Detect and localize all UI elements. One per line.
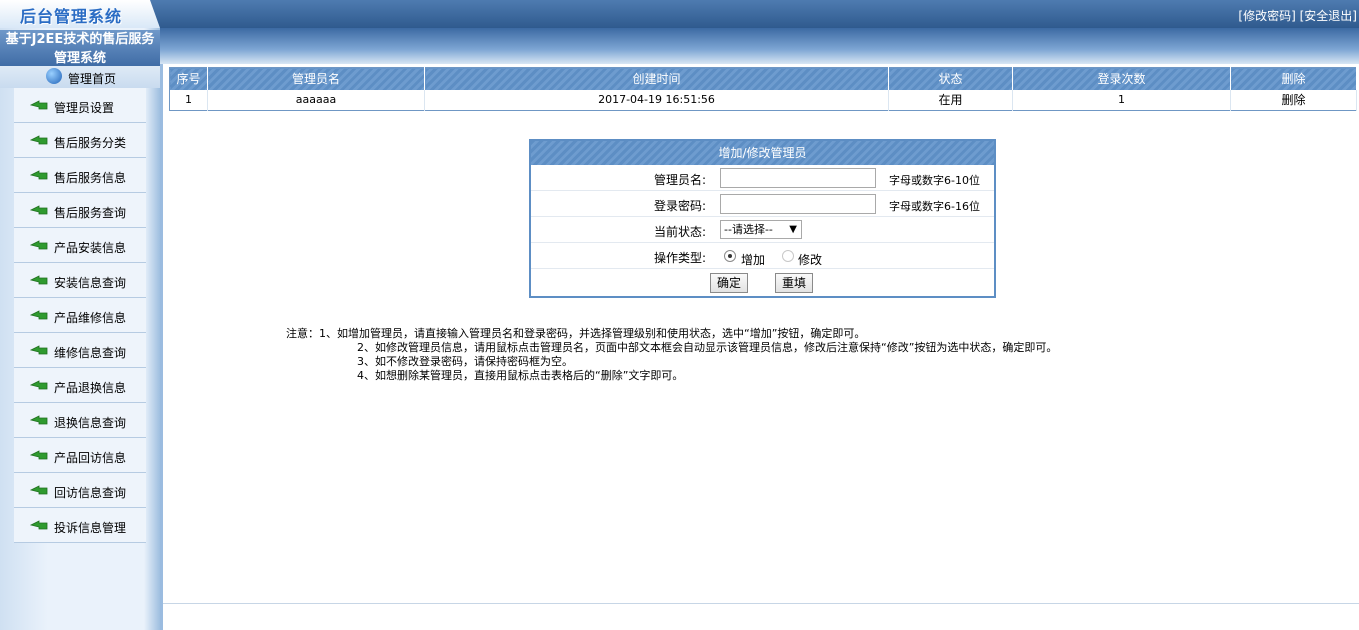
form-title: 增加/修改管理员 xyxy=(531,141,994,165)
sidebar-item-label: 安装信息查询 xyxy=(54,276,127,290)
radio-edit[interactable] xyxy=(782,250,794,262)
arrow-icon xyxy=(30,450,48,460)
main-frame-border xyxy=(160,64,163,630)
cell-login-count: 1 xyxy=(1012,89,1231,111)
sidebar-menu: 管理员设置 售后服务分类 售后服务信息 售后服务查询 产品安装信息 安装信息查询… xyxy=(14,88,146,543)
username-input[interactable] xyxy=(720,168,876,188)
radio-add-label: 增加 xyxy=(741,253,766,267)
submit-button[interactable]: 确定 xyxy=(710,273,749,293)
password-row: 登录密码: 字母或数字6-16位 xyxy=(531,191,994,217)
arrow-icon xyxy=(30,310,48,320)
col-header: 管理员名 xyxy=(207,67,425,90)
radio-edit-label: 修改 xyxy=(798,253,823,267)
arrow-icon xyxy=(30,275,48,285)
sidebar-item-install-info[interactable]: 产品安装信息 xyxy=(14,228,146,263)
arrow-icon xyxy=(30,345,48,355)
arrow-icon xyxy=(30,100,48,110)
buttons-row: 确定 重填 xyxy=(531,269,994,295)
sidebar-item-label: 产品退换信息 xyxy=(54,381,127,395)
arrow-icon xyxy=(30,240,48,250)
sidebar-item-install-query[interactable]: 安装信息查询 xyxy=(14,263,146,298)
sidebar-item-label: 回访信息查询 xyxy=(54,486,127,500)
password-input[interactable] xyxy=(720,194,876,214)
arrow-icon xyxy=(30,205,48,215)
reset-button[interactable]: 重填 xyxy=(775,273,814,293)
admin-form: 增加/修改管理员 管理员名: 字母或数字6-10位 登录密码: 字母或数字6-1… xyxy=(529,139,996,298)
col-header: 序号 xyxy=(169,67,208,90)
top-bar xyxy=(0,0,1359,28)
cell-admin-name-link[interactable]: aaaaaa xyxy=(207,89,425,111)
sidebar-item-label: 售后服务查询 xyxy=(54,206,127,220)
usage-notes: 注意：1、如增加管理员，请直接输入管理员名和登录密码，并选择管理级别和使用状态，… xyxy=(286,327,1057,383)
arrow-icon xyxy=(30,520,48,530)
sidebar-item-repair-info[interactable]: 产品维修信息 xyxy=(14,298,146,333)
table-header-row: 序号 管理员名 创建时间 状态 登录次数 删除 xyxy=(169,67,1357,90)
sidebar-item-label: 投诉信息管理 xyxy=(54,521,127,535)
globe-icon xyxy=(46,68,62,84)
sidebar-item-label: 维修信息查询 xyxy=(54,346,127,360)
sidebar-item-label: 退换信息查询 xyxy=(54,416,127,430)
status-row: 当前状态: --请选择-- ▼ xyxy=(531,217,994,243)
col-header: 登录次数 xyxy=(1012,67,1231,90)
col-header: 状态 xyxy=(888,67,1013,90)
sidebar-item-service-info[interactable]: 售后服务信息 xyxy=(14,158,146,193)
change-password-link[interactable]: [修改密码] xyxy=(1238,9,1295,23)
sidebar-item-label: 售后服务分类 xyxy=(54,136,127,150)
app-logo: 后台管理系统 xyxy=(20,7,123,26)
sidebar-item-repair-query[interactable]: 维修信息查询 xyxy=(14,333,146,368)
sidebar-item-complaint-manage[interactable]: 投诉信息管理 xyxy=(14,508,146,543)
optype-row: 操作类型: 增加 修改 xyxy=(531,243,994,269)
sidebar-item-return-info[interactable]: 产品退换信息 xyxy=(14,368,146,403)
sidebar-item-return-query[interactable]: 退换信息查询 xyxy=(14,403,146,438)
admin-table: 序号 管理员名 创建时间 状态 登录次数 删除 1 aaaaaa 2017-04… xyxy=(169,67,1357,111)
top-links: [修改密码] [安全退出] xyxy=(1238,7,1357,24)
logout-link[interactable]: [安全退出] xyxy=(1300,9,1357,23)
password-label: 登录密码: xyxy=(653,199,706,213)
home-label: 管理首页 xyxy=(68,72,117,86)
sidebar-item-label: 管理员设置 xyxy=(54,101,115,115)
sidebar-item-label: 产品维修信息 xyxy=(54,311,127,325)
col-header: 删除 xyxy=(1230,67,1357,90)
status-select[interactable]: --请选择-- ▼ xyxy=(720,220,802,239)
arrow-icon xyxy=(30,135,48,145)
username-row: 管理员名: 字母或数字6-10位 xyxy=(531,165,994,191)
note-line: 注意：1、如增加管理员，请直接输入管理员名和登录密码，并选择管理级别和使用状态，… xyxy=(286,327,866,340)
bottom-divider xyxy=(163,603,1359,605)
sidebar-item-visit-query[interactable]: 回访信息查询 xyxy=(14,473,146,508)
home-nav-item[interactable]: 管理首页 xyxy=(0,66,160,88)
sidebar-item-service-query[interactable]: 售后服务查询 xyxy=(14,193,146,228)
cell-delete-link[interactable]: 删除 xyxy=(1230,89,1357,111)
sidebar-item-label: 售后服务信息 xyxy=(54,171,127,185)
dropdown-caret-icon: ▼ xyxy=(789,224,797,235)
sidebar-item-service-category[interactable]: 售后服务分类 xyxy=(14,123,146,158)
username-hint: 字母或数字6-10位 xyxy=(889,174,980,187)
arrow-icon xyxy=(30,415,48,425)
system-title: 基于J2EE技术的售后服务管理系统 xyxy=(0,30,160,68)
arrow-icon xyxy=(30,485,48,495)
sidebar-item-visit-info[interactable]: 产品回访信息 xyxy=(14,438,146,473)
arrow-icon xyxy=(30,380,48,390)
sidebar-item-admin-settings[interactable]: 管理员设置 xyxy=(14,88,146,123)
cell-created-time: 2017-04-19 16:51:56 xyxy=(424,89,889,111)
table-row: 1 aaaaaa 2017-04-19 16:51:56 在用 1 删除 xyxy=(169,89,1357,111)
cell-status: 在用 xyxy=(888,89,1013,111)
arrow-icon xyxy=(30,170,48,180)
password-hint: 字母或数字6-16位 xyxy=(889,200,980,213)
note-line: 2、如修改管理员信息，请用鼠标点击管理员名，页面中部文本框会自动显示该管理员信息… xyxy=(357,341,1058,354)
sidebar-item-label: 产品安装信息 xyxy=(54,241,127,255)
cell-index: 1 xyxy=(169,89,208,111)
status-selected-value: --请选择-- xyxy=(724,223,773,236)
note-line: 3、如不修改登录密码，请保持密码框为空。 xyxy=(357,355,573,368)
note-line: 4、如想删除某管理员，直接用鼠标点击表格后的“删除”文字即可。 xyxy=(357,369,684,382)
sidebar-item-label: 产品回访信息 xyxy=(54,451,127,465)
header-gradient xyxy=(160,28,1359,64)
status-label: 当前状态: xyxy=(653,225,706,239)
radio-add[interactable] xyxy=(724,250,736,262)
optype-label: 操作类型: xyxy=(653,251,706,265)
username-label: 管理员名: xyxy=(653,173,706,187)
col-header: 创建时间 xyxy=(424,67,889,90)
